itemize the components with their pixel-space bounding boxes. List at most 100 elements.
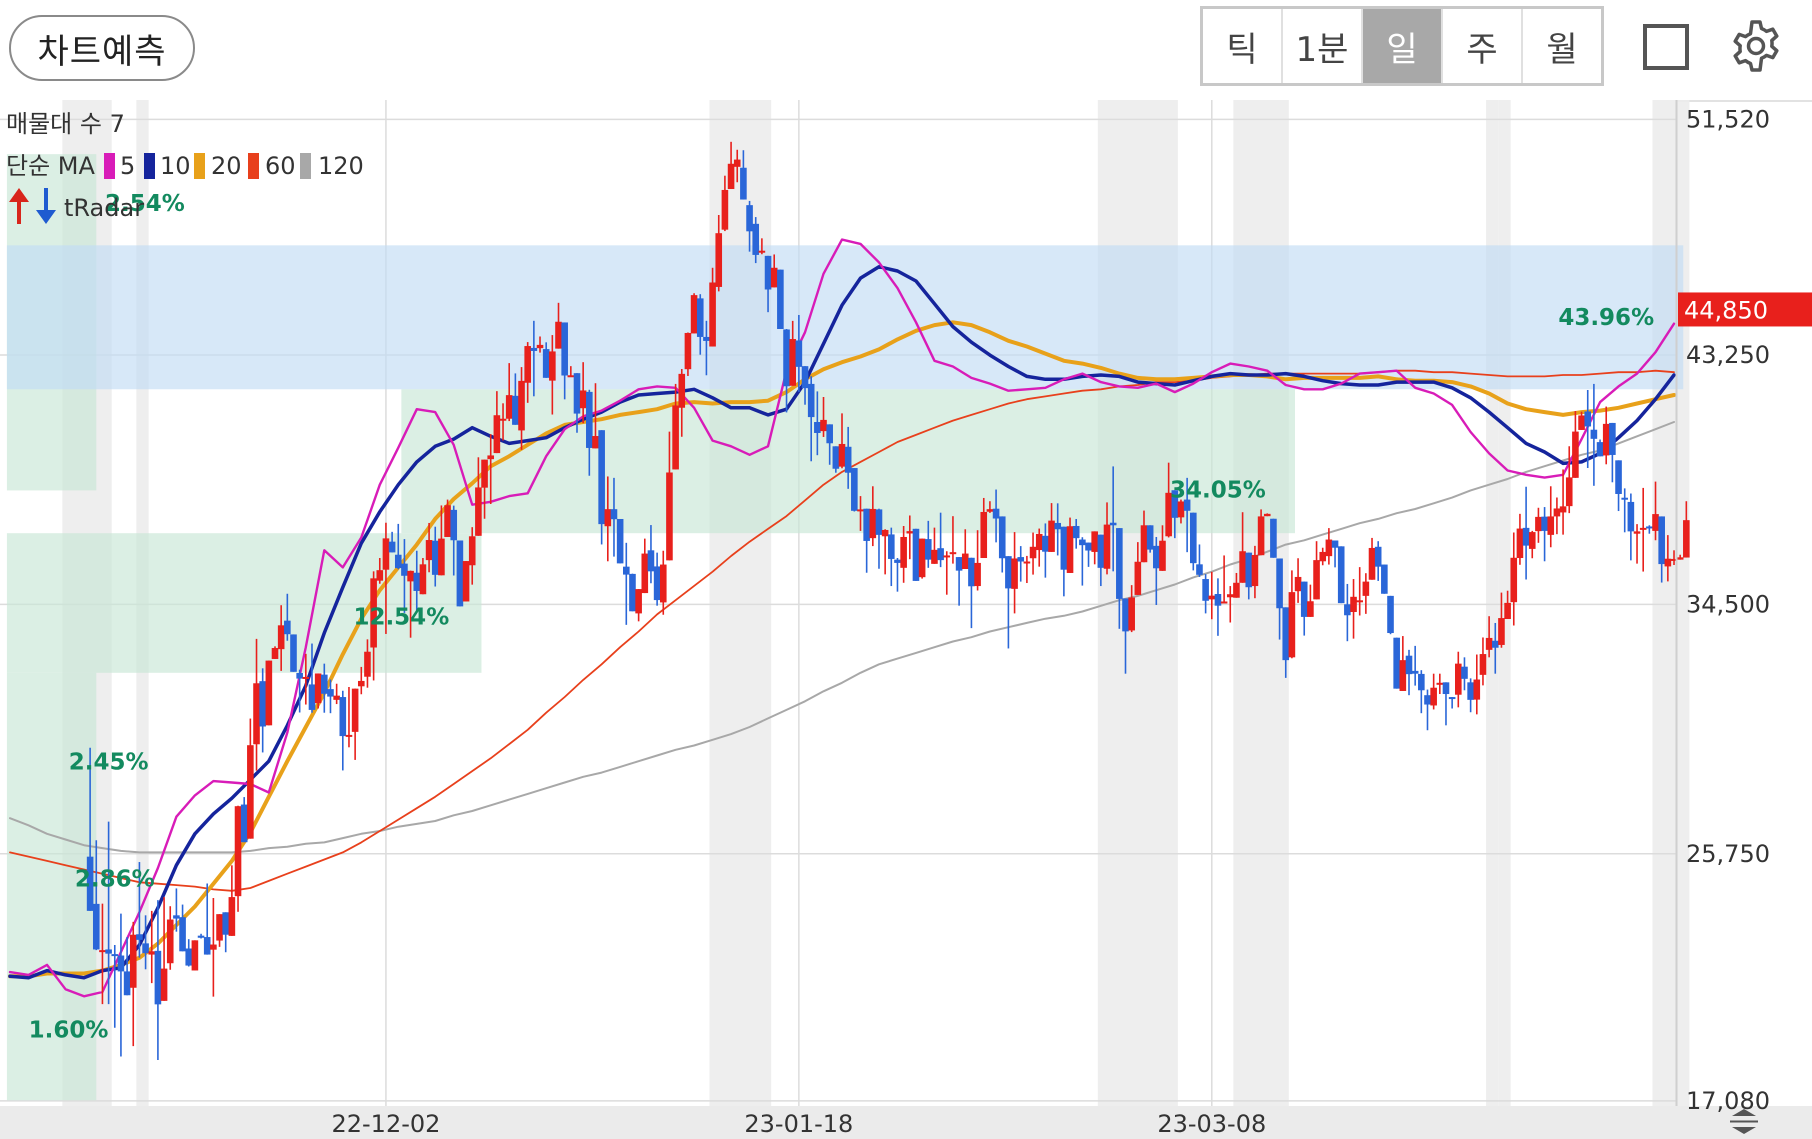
candle-body [1245, 552, 1253, 588]
ma120-swatch [300, 153, 311, 179]
candle-body [1307, 601, 1314, 617]
candle-body [1652, 514, 1659, 531]
candle-body [968, 557, 975, 587]
candle-body [1072, 525, 1080, 539]
period-month-button[interactable]: 월 [1521, 9, 1601, 83]
candle-body [1448, 697, 1456, 700]
candle-body [117, 955, 125, 972]
candle-body [1097, 534, 1105, 568]
candle-body [1393, 637, 1400, 689]
candle-body [1023, 561, 1031, 564]
candle-body [240, 804, 248, 843]
candle-body [1288, 592, 1296, 658]
candle-body [1676, 557, 1684, 560]
candle-body [321, 674, 328, 694]
gear-icon[interactable] [1728, 18, 1784, 74]
candle-body [493, 415, 501, 454]
stock-chart[interactable]: 2.54%2.45%2.86%1.60%12.54%34.05%43.96% 5… [0, 100, 1812, 1139]
candle-body [1535, 516, 1542, 532]
candle-body [247, 745, 254, 839]
candle-body [943, 555, 951, 558]
candle-body [499, 418, 507, 421]
candle-body [931, 549, 938, 564]
candle-body [1572, 431, 1579, 478]
candle-body [253, 683, 260, 745]
candle-body [475, 487, 482, 536]
candle-body [1609, 422, 1616, 455]
y-axis-ticks: 51,520 43,250 34,500 25,750 17,080 [1686, 105, 1770, 1114]
candle-body [604, 509, 612, 527]
candle-body [703, 336, 710, 341]
candle-body [758, 250, 766, 253]
candle-body [1381, 564, 1388, 594]
candle-body [1128, 597, 1135, 631]
candle-body [696, 298, 704, 337]
chart-predict-button[interactable]: 차트예측 [9, 15, 195, 81]
candle-body [333, 695, 340, 700]
candle-body [789, 339, 797, 386]
candle-body [160, 968, 168, 1001]
candle-body [801, 366, 809, 389]
candle-body [1048, 520, 1055, 552]
candle-body [154, 950, 162, 1005]
candle-body [401, 563, 408, 576]
ma10-label: 10 [160, 152, 191, 180]
period-day-button[interactable]: 일 [1361, 9, 1441, 83]
candle-body [1405, 655, 1413, 675]
candle-body [641, 553, 649, 594]
period-selector: 틱 1분 일 주 월 [1200, 6, 1604, 86]
candle-body [647, 550, 655, 572]
candle-body [1226, 594, 1234, 598]
candle-body [894, 559, 901, 563]
candle-body [888, 534, 895, 559]
candle-body [1559, 506, 1567, 513]
candle-body [1214, 594, 1222, 606]
candle-body [524, 346, 531, 383]
zone-percent: 12.54% [353, 604, 449, 630]
period-tick-button[interactable]: 틱 [1203, 9, 1281, 83]
candle-body [1344, 604, 1351, 616]
candle-body [271, 647, 279, 659]
candle-body [1584, 411, 1592, 427]
candle-body [284, 620, 291, 635]
candle-body [1300, 581, 1308, 617]
candle-body [924, 539, 932, 560]
candle-body [1350, 596, 1357, 612]
square-icon[interactable] [1643, 24, 1689, 70]
candle-body [820, 419, 827, 432]
candle-body [955, 557, 963, 571]
period-week-button[interactable]: 주 [1441, 9, 1521, 83]
candle-body [869, 508, 877, 539]
candle-body [1109, 522, 1117, 526]
candle-body [1159, 540, 1166, 571]
y-tick-label: 17,080 [1686, 1087, 1770, 1115]
candle-body [635, 589, 642, 614]
candle-body [197, 935, 205, 938]
candle-body [1029, 546, 1037, 559]
candle-body [875, 509, 883, 535]
candle-body [1602, 423, 1610, 456]
candle-body [863, 508, 870, 541]
x-tick-label: 22-12-02 [331, 1110, 440, 1138]
candle-body [1368, 547, 1376, 580]
candle-body [277, 625, 285, 650]
candle-body [327, 689, 334, 697]
period-1min-button[interactable]: 1분 [1281, 9, 1361, 83]
candle-body [1233, 582, 1240, 598]
candle-body [1578, 415, 1585, 430]
candle-body [1541, 516, 1548, 531]
candle-body [1646, 526, 1653, 529]
candle-body [770, 267, 778, 288]
candle-body [191, 940, 199, 971]
candle-body [629, 573, 636, 612]
candle-body [173, 915, 180, 919]
volume-profile-label: 매물대 수 7 [6, 110, 125, 138]
candle-body [1239, 551, 1246, 583]
candle-body [1011, 558, 1018, 589]
zone-percent: 34.05% [1170, 478, 1266, 504]
candle-body [1189, 512, 1197, 564]
candle-body [1516, 528, 1524, 559]
candle-body [666, 472, 673, 561]
candle-body [1411, 670, 1419, 674]
ma60-label: 60 [265, 152, 296, 180]
